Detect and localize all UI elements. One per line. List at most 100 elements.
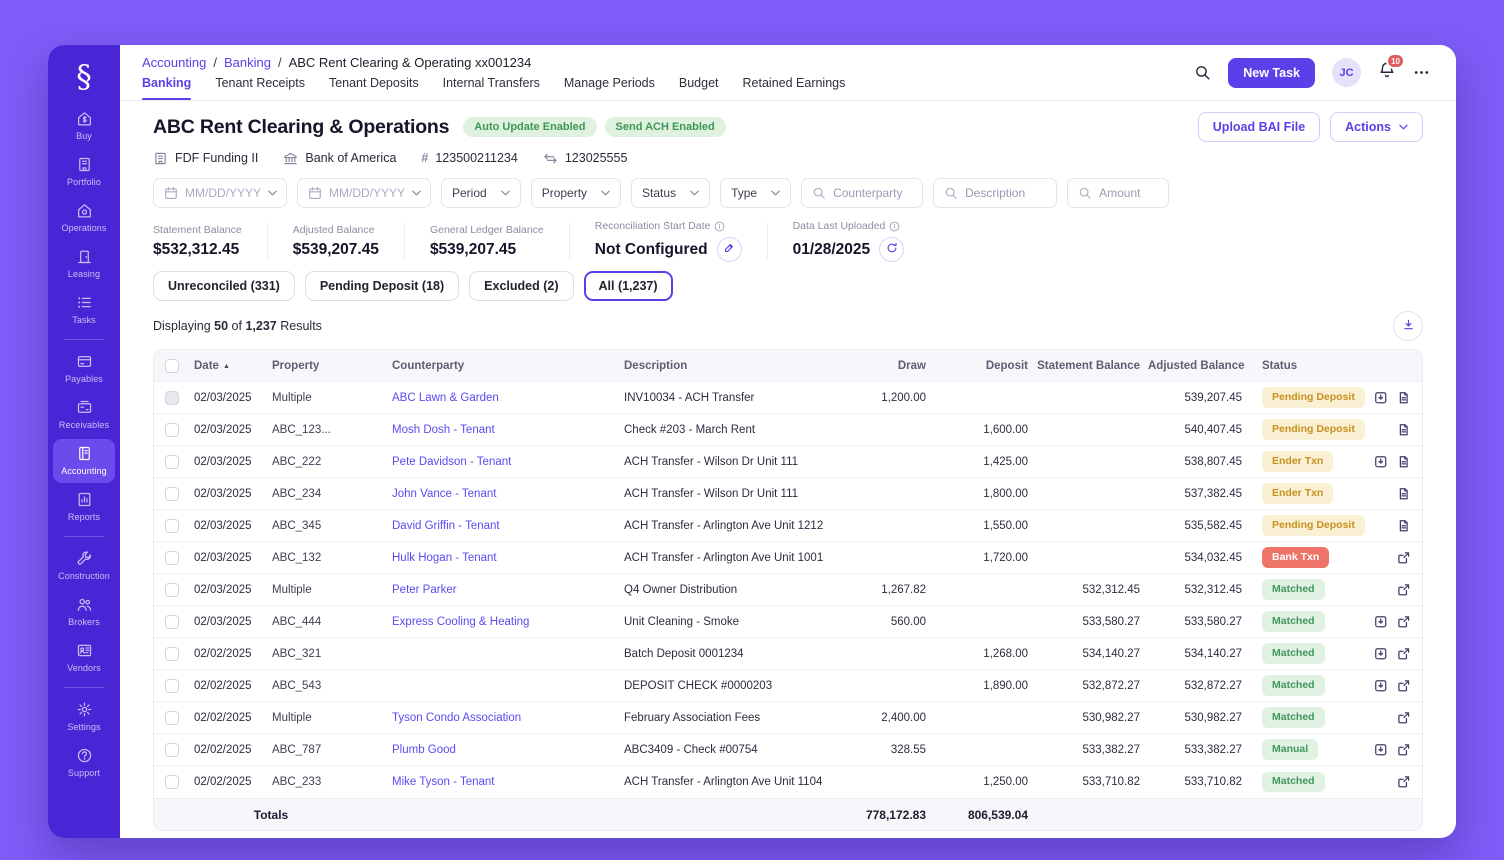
row-checkbox[interactable]	[165, 455, 179, 469]
row-checkbox[interactable]	[165, 487, 179, 501]
row-checkbox[interactable]	[165, 583, 179, 597]
new-task-button[interactable]: New Task	[1228, 58, 1315, 88]
counterparty-link[interactable]: Express Cooling & Heating	[392, 616, 529, 628]
tab-manage-periods[interactable]: Manage Periods	[564, 76, 655, 100]
row-checkbox[interactable]	[165, 519, 179, 533]
export-icon[interactable]	[1374, 615, 1388, 629]
document-icon[interactable]	[1397, 455, 1411, 469]
breadcrumb-banking[interactable]: Banking	[224, 55, 271, 70]
export-icon[interactable]	[1374, 455, 1388, 469]
filter-search-amount[interactable]: Amount	[1067, 178, 1169, 208]
col-deposit[interactable]: Deposit	[930, 360, 1032, 372]
row-checkbox[interactable]	[165, 647, 179, 661]
select-all-checkbox[interactable]	[165, 359, 179, 373]
date-to-input[interactable]: MM/DD/YYYY	[297, 178, 431, 208]
col-description[interactable]: Description	[620, 360, 840, 372]
col-date[interactable]: Date▲	[190, 360, 268, 372]
col-counterparty[interactable]: Counterparty	[388, 360, 620, 372]
sidebar-item-operations[interactable]: Operations	[53, 196, 115, 240]
export-icon[interactable]	[1374, 647, 1388, 661]
document-icon[interactable]	[1397, 519, 1411, 533]
export-icon[interactable]	[1374, 679, 1388, 693]
sidebar-item-portfolio[interactable]: Portfolio	[53, 150, 115, 194]
tab-banking[interactable]: Banking	[142, 76, 191, 100]
document-icon[interactable]	[1397, 423, 1411, 437]
actions-button[interactable]: Actions	[1330, 112, 1423, 142]
chip-all-1-237[interactable]: All (1,237)	[584, 271, 673, 301]
edit-reconciliation-button[interactable]	[717, 237, 742, 262]
notifications-button[interactable]: 10	[1378, 61, 1396, 84]
counterparty-link[interactable]: Plumb Good	[392, 744, 456, 756]
export-icon[interactable]	[1374, 391, 1388, 405]
upload-bai-button[interactable]: Upload BAI File	[1198, 112, 1320, 142]
link-icon[interactable]	[1397, 615, 1411, 629]
sidebar-item-settings[interactable]: Settings	[53, 695, 115, 739]
counterparty-link[interactable]: Tyson Condo Association	[392, 712, 521, 724]
chip-unreconciled-331[interactable]: Unreconciled (331)	[153, 271, 295, 301]
sidebar-item-construction[interactable]: Construction	[53, 544, 115, 588]
sidebar-item-leasing[interactable]: Leasing	[53, 242, 115, 286]
counterparty-link[interactable]: Mike Tyson - Tenant	[392, 776, 495, 788]
avatar[interactable]: JC	[1332, 58, 1361, 87]
sidebar-item-tasks[interactable]: Tasks	[53, 288, 115, 332]
document-icon[interactable]	[1397, 391, 1411, 405]
chip-pending-deposit-18[interactable]: Pending Deposit (18)	[305, 271, 459, 301]
tab-budget[interactable]: Budget	[679, 76, 719, 100]
counterparty-link[interactable]: David Griffin - Tenant	[392, 520, 500, 532]
search-icon[interactable]	[1194, 64, 1211, 81]
sidebar-item-accounting[interactable]: Accounting	[53, 439, 115, 483]
sidebar-item-payables[interactable]: Payables	[53, 347, 115, 391]
col-adjusted-balance[interactable]: Adjusted Balance	[1144, 360, 1246, 372]
sidebar-item-receivables[interactable]: Receivables	[53, 393, 115, 437]
col-property[interactable]: Property	[268, 360, 388, 372]
row-checkbox[interactable]	[165, 743, 179, 757]
link-icon[interactable]	[1397, 551, 1411, 565]
export-icon[interactable]	[1374, 743, 1388, 757]
sidebar-item-support[interactable]: Support	[53, 741, 115, 785]
link-icon[interactable]	[1397, 711, 1411, 725]
filter-select-status[interactable]: Status	[631, 178, 710, 208]
filter-search-counterparty[interactable]: Counterparty	[801, 178, 923, 208]
filter-select-period[interactable]: Period	[441, 178, 521, 208]
row-checkbox[interactable]	[165, 391, 179, 405]
filter-select-type[interactable]: Type	[720, 178, 791, 208]
download-results-button[interactable]	[1393, 311, 1423, 341]
refresh-upload-button[interactable]	[879, 237, 904, 262]
tab-tenant-receipts[interactable]: Tenant Receipts	[215, 76, 305, 100]
overflow-menu-button[interactable]	[1413, 64, 1430, 81]
col-status[interactable]: Status	[1246, 360, 1364, 372]
link-icon[interactable]	[1397, 647, 1411, 661]
counterparty-link[interactable]: Pete Davidson - Tenant	[392, 456, 511, 468]
link-icon[interactable]	[1397, 583, 1411, 597]
date-from-input[interactable]: MM/DD/YYYY	[153, 178, 287, 208]
col-statement-balance[interactable]: Statement Balance	[1032, 360, 1144, 372]
counterparty-link[interactable]: ABC Lawn & Garden	[392, 392, 499, 404]
chip-excluded-2[interactable]: Excluded (2)	[469, 271, 573, 301]
row-checkbox[interactable]	[165, 711, 179, 725]
link-icon[interactable]	[1397, 775, 1411, 789]
link-icon[interactable]	[1397, 743, 1411, 757]
col-draw[interactable]: Draw	[840, 360, 930, 372]
app-logo[interactable]: §	[76, 59, 92, 99]
counterparty-link[interactable]: John Vance - Tenant	[392, 488, 496, 500]
row-checkbox[interactable]	[165, 551, 179, 565]
tab-internal-transfers[interactable]: Internal Transfers	[443, 76, 540, 100]
sidebar-item-reports[interactable]: Reports	[53, 485, 115, 529]
document-icon[interactable]	[1397, 487, 1411, 501]
breadcrumb-accounting[interactable]: Accounting	[142, 55, 206, 70]
filter-search-description[interactable]: Description	[933, 178, 1057, 208]
sidebar-item-vendors[interactable]: Vendors	[53, 636, 115, 680]
filter-select-property[interactable]: Property	[531, 178, 621, 208]
row-checkbox[interactable]	[165, 775, 179, 789]
link-icon[interactable]	[1397, 679, 1411, 693]
tab-retained-earnings[interactable]: Retained Earnings	[743, 76, 846, 100]
row-checkbox[interactable]	[165, 423, 179, 437]
counterparty-link[interactable]: Peter Parker	[392, 584, 457, 596]
tab-tenant-deposits[interactable]: Tenant Deposits	[329, 76, 419, 100]
counterparty-link[interactable]: Mosh Dosh - Tenant	[392, 424, 495, 436]
counterparty-link[interactable]: Hulk Hogan - Tenant	[392, 552, 497, 564]
sidebar-item-buy[interactable]: Buy	[53, 104, 115, 148]
row-checkbox[interactable]	[165, 615, 179, 629]
row-checkbox[interactable]	[165, 679, 179, 693]
sidebar-item-brokers[interactable]: Brokers	[53, 590, 115, 634]
